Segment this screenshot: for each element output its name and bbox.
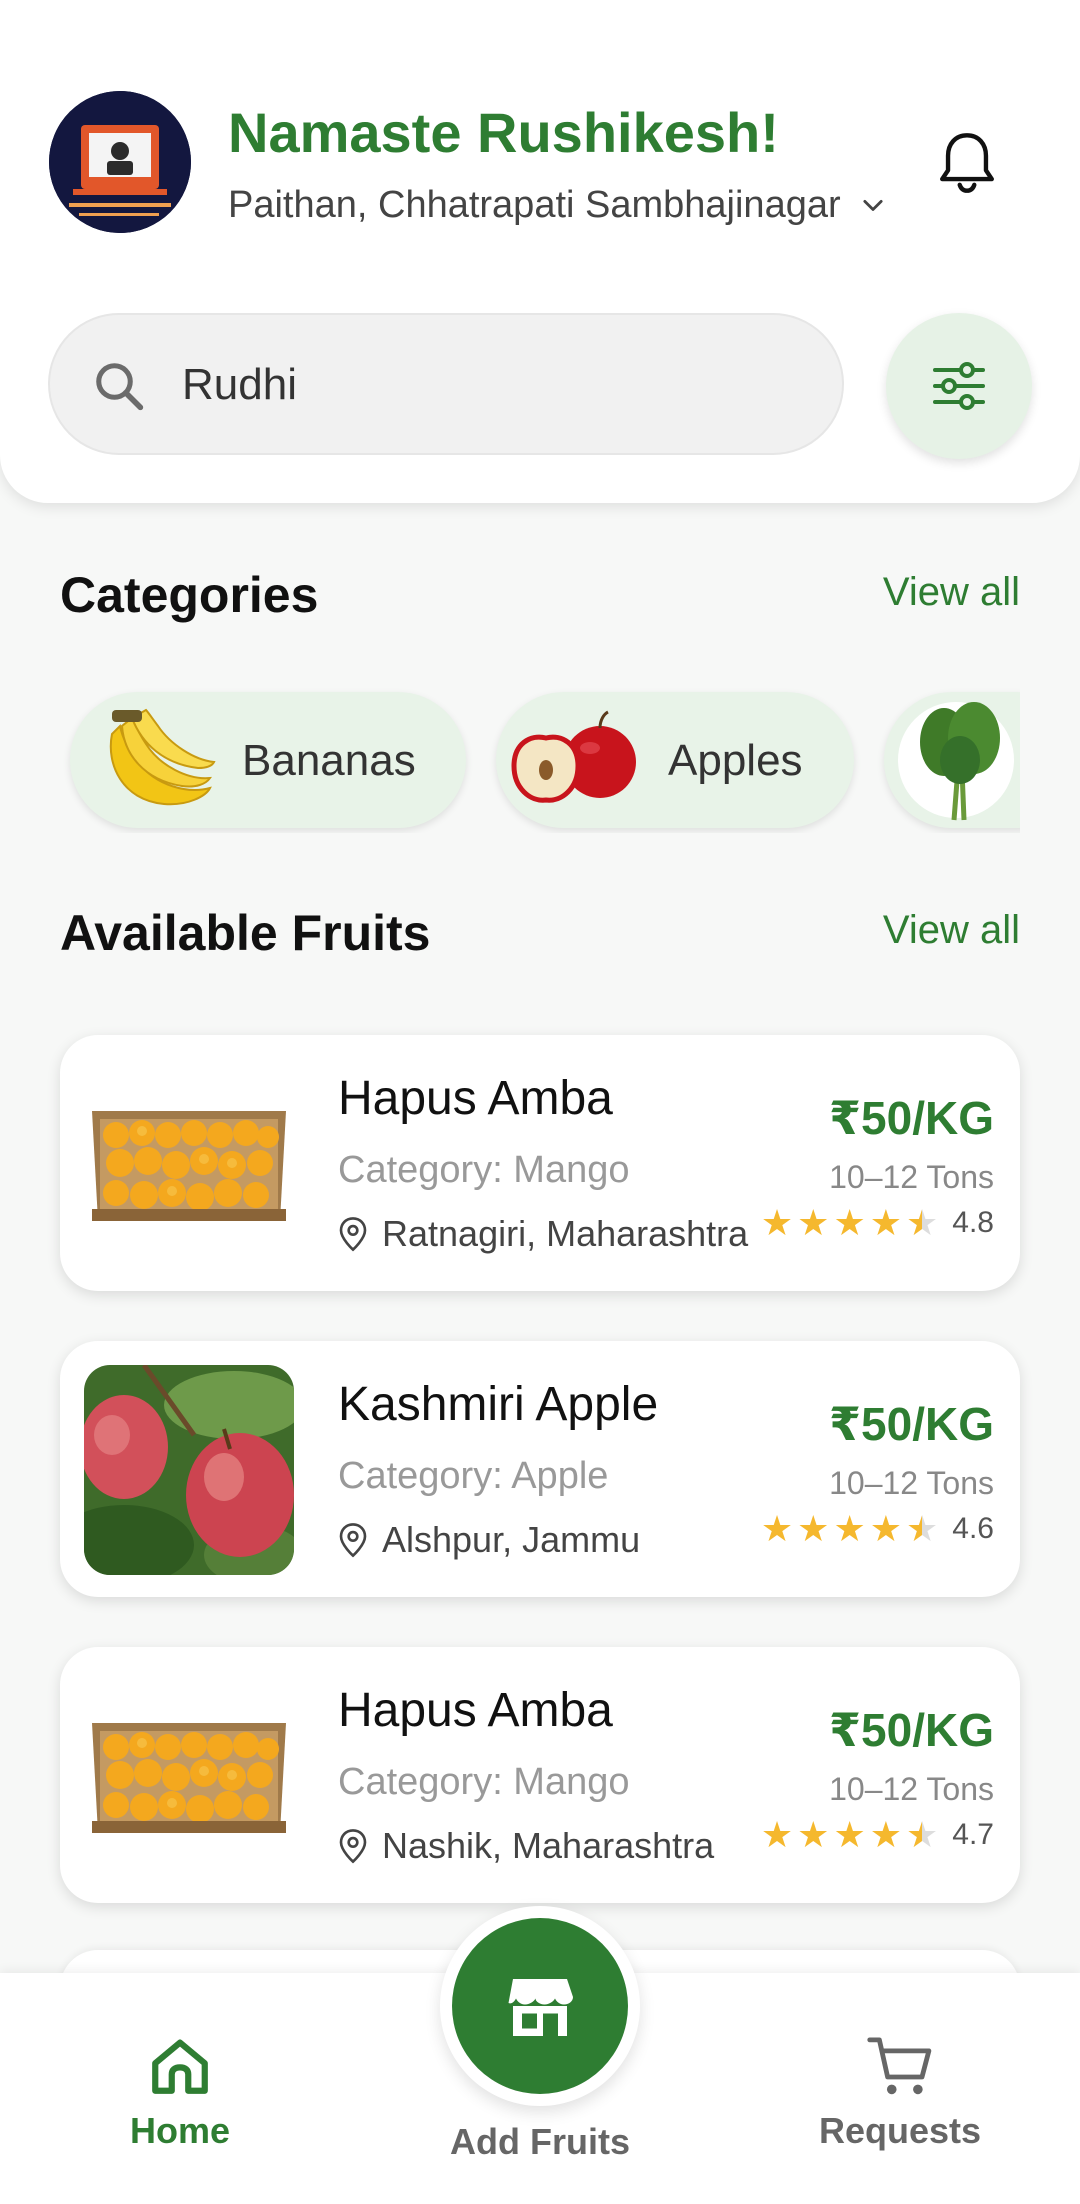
fruit-rating: ★ ★ ★ ★ ★ 4.6 — [761, 1511, 994, 1547]
cart-icon — [867, 2037, 932, 2095]
fruit-quantity: 10–12 Tons — [829, 1159, 994, 1195]
star-icon: ★ — [833, 1508, 866, 1549]
category-pill-apples[interactable]: Apples — [496, 692, 854, 828]
bell-icon[interactable] — [932, 128, 1002, 198]
search-input[interactable] — [182, 349, 802, 421]
star-icon: ★ — [760, 1202, 794, 1243]
star-icon: ★ — [760, 1508, 794, 1549]
fruit-category: Category: Apple — [338, 1455, 609, 1497]
categories-list: Bananas Apples — [60, 688, 1020, 833]
half-star-icon: ★ — [906, 1202, 939, 1243]
category-pill-greens[interactable] — [884, 692, 1020, 828]
header-card: Namaste Rushikesh! Paithan, Chhatrapati … — [0, 0, 1080, 503]
location-selector[interactable]: Paithan, Chhatrapati Sambhajinagar — [228, 184, 887, 227]
fruit-quantity: 10–12 Tons — [829, 1465, 994, 1501]
star-icon: ★ — [869, 1814, 902, 1855]
category-label: Apples — [668, 736, 803, 785]
fruits-view-all-link[interactable]: View all — [883, 908, 1020, 953]
fruit-price: ₹50/KG — [829, 1092, 994, 1144]
nav-add-fruits-label: Add Fruits — [450, 2121, 630, 2162]
category-pill-bananas[interactable]: Bananas — [70, 692, 466, 828]
fruit-rating: ★ ★ ★ ★ ★ 4.8 — [761, 1205, 994, 1241]
star-icon: ★ — [869, 1202, 902, 1243]
fruit-name: Kashmiri Apple — [338, 1378, 659, 1431]
fruit-card[interactable]: Kashmiri Apple Category: Apple Alshpur, … — [60, 1341, 1020, 1597]
star-icon: ★ — [869, 1508, 902, 1549]
fruit-image — [84, 1365, 294, 1575]
category-label: Bananas — [242, 736, 416, 785]
apple-icon — [511, 710, 636, 803]
mango-crate-image — [84, 1059, 294, 1269]
star-icon: ★ — [797, 1508, 830, 1549]
fruit-name: Hapus Amba — [338, 1072, 613, 1125]
fruit-rating: ★ ★ ★ ★ ★ 4.7 — [761, 1817, 994, 1853]
star-icon: ★ — [833, 1202, 866, 1243]
fruit-image — [84, 1059, 294, 1269]
fruit-card[interactable]: Hapus Amba Category: Mango Nashik, Mahar… — [60, 1647, 1020, 1903]
fruit-image — [84, 1671, 294, 1881]
star-icon: ★ — [760, 1814, 794, 1855]
nav-home-label: Home — [129, 2110, 231, 2151]
fruit-card[interactable]: Hapus Amba Category: Mango Ratnagiri, Ma… — [60, 1035, 1020, 1291]
fruit-price: ₹50/KG — [829, 1704, 994, 1756]
location-pin-icon — [339, 1217, 367, 1252]
avatar[interactable] — [49, 91, 191, 233]
home-icon — [152, 2039, 208, 2094]
fruit-category: Category: Mango — [338, 1761, 630, 1803]
fruit-location-text: Alshpur, Jammu — [382, 1519, 641, 1560]
half-star-icon: ★ — [906, 1814, 939, 1855]
location-pin-icon — [339, 1523, 367, 1558]
nav-add-fruits[interactable]: Add Fruits — [430, 2121, 650, 2163]
fruit-location: Ratnagiri, Maharashtra — [338, 1213, 748, 1255]
add-fruits-button[interactable] — [452, 1918, 628, 2094]
fruit-location: Alshpur, Jammu — [338, 1519, 640, 1561]
greeting-title: Namaste Rushikesh! — [228, 101, 779, 164]
apple-tree-image — [84, 1365, 294, 1575]
fruit-name: Hapus Amba — [338, 1684, 613, 1737]
mango-crate-image — [84, 1671, 294, 1881]
avatar-image — [49, 91, 191, 233]
fruit-location-text: Nashik, Maharashtra — [382, 1825, 715, 1866]
available-fruits-heading: Available Fruits — [60, 905, 431, 961]
nav-home[interactable]: Home — [100, 2033, 260, 2152]
chevron-down-icon — [863, 199, 883, 211]
leafy-greens-icon — [920, 702, 1000, 821]
fruit-location: Nashik, Maharashtra — [338, 1825, 714, 1867]
star-icon: ★ — [797, 1814, 830, 1855]
fruit-category: Category: Mango — [338, 1149, 630, 1191]
search-icon — [96, 363, 144, 411]
nav-requests[interactable]: Requests — [800, 2033, 1000, 2152]
location-pin-icon — [339, 1829, 367, 1864]
location-text: Paithan, Chhatrapati Sambhajinagar — [228, 184, 841, 226]
nav-requests-label: Requests — [818, 2110, 982, 2151]
store-icon — [508, 1979, 573, 2036]
star-icon: ★ — [797, 1202, 830, 1243]
fruit-location-text: Ratnagiri, Maharashtra — [382, 1213, 749, 1254]
rating-value: 4.8 — [952, 1206, 994, 1239]
rating-value: 4.6 — [952, 1512, 994, 1545]
rating-value: 4.7 — [952, 1818, 994, 1851]
fruit-price: ₹50/KG — [829, 1398, 994, 1450]
filter-sliders-icon — [933, 362, 985, 410]
star-icon: ★ — [833, 1814, 866, 1855]
categories-view-all-link[interactable]: View all — [883, 570, 1020, 615]
half-star-icon: ★ — [906, 1508, 939, 1549]
filter-button[interactable] — [886, 313, 1032, 459]
categories-heading: Categories — [60, 567, 319, 623]
fruit-quantity: 10–12 Tons — [829, 1771, 994, 1807]
search-bar[interactable] — [48, 313, 844, 455]
banana-icon — [109, 708, 216, 806]
